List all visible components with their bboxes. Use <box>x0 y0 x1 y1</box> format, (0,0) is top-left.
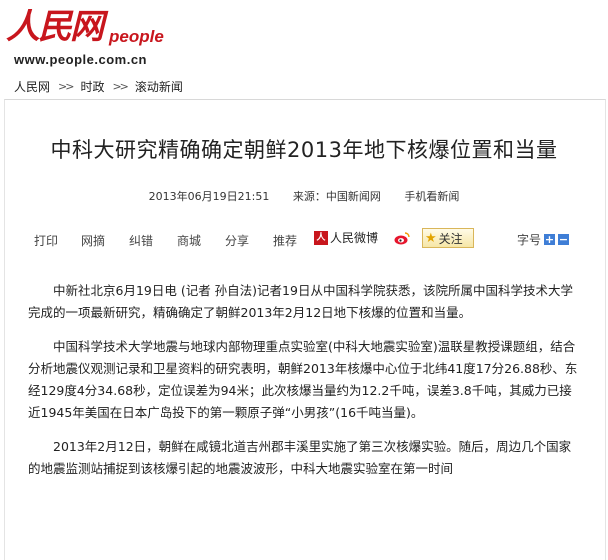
mobile-news-link[interactable]: 手机看新闻 <box>404 190 459 203</box>
article-body: 中新社北京6月19日电 (记者 孙自法)记者19日从中国科学院获悉，该院所属中国… <box>28 280 583 492</box>
breadcrumb-rolling-news[interactable]: 滚动新闻 <box>135 78 183 95</box>
breadcrumb-separator: >> <box>112 80 129 93</box>
breadcrumb-separator: >> <box>58 80 75 93</box>
people-weibo-label: 人民微博 <box>330 231 379 245</box>
article-paragraph: 2013年2月12日，朝鲜在咸镜北道吉州郡丰溪里实施了第三次核爆实验。随后，周边… <box>28 439 572 476</box>
article-source[interactable]: 来源：中国新闻网 <box>293 190 381 203</box>
print-button[interactable]: 打印 <box>34 232 58 249</box>
font-size-control: 字号 + − <box>517 231 570 248</box>
article-toolbar: 打印 网摘 纠错 商城 分享 推荐 人 人民微博 ★ 关注 字号 + − <box>24 228 584 252</box>
shop-button[interactable]: 商城 <box>177 232 201 249</box>
star-icon: ★ <box>425 230 437 246</box>
article-paragraph: 中新社北京6月19日电 (记者 孙自法)记者19日从中国科学院获悉，该院所属中国… <box>28 283 573 320</box>
font-decrease-icon[interactable]: − <box>558 234 570 245</box>
breadcrumb-politics[interactable]: 时政 <box>80 78 104 95</box>
people-logo[interactable]: 人民网 people www.people.com.cn <box>6 8 166 68</box>
logo-cn-text: 人民网 <box>6 7 104 47</box>
article-meta: 2013年06月19日21:51 来源：中国新闻网 手机看新闻 <box>0 188 608 204</box>
breadcrumb-people[interactable]: 人民网 <box>14 78 50 95</box>
web-review-button[interactable]: 网摘 <box>81 232 105 249</box>
breadcrumb: 人民网 >> 时政 >> 滚动新闻 <box>14 78 183 95</box>
follow-button[interactable]: ★ 关注 <box>422 228 474 248</box>
font-increase-icon[interactable]: + <box>544 234 556 245</box>
recommend-button[interactable]: 推荐 <box>273 232 297 249</box>
article-datetime: 2013年06月19日21:51 <box>148 190 270 203</box>
correction-button[interactable]: 纠错 <box>129 232 153 249</box>
logo-url-text: www.people.com.cn <box>14 52 147 67</box>
article-title: 中科大研究精确确定朝鲜2013年地下核爆位置和当量 <box>50 138 558 162</box>
logo-en-text: people <box>109 27 164 46</box>
font-size-label: 字号 <box>517 233 542 247</box>
share-button[interactable]: 分享 <box>225 232 249 249</box>
article-paragraph: 中国科学技术大学地震与地球内部物理重点实验室(中科大地震实验室)温联星教授课题组… <box>28 339 578 420</box>
people-weibo-button[interactable]: 人 人民微博 <box>314 229 378 246</box>
sina-weibo-icon[interactable] <box>394 231 410 245</box>
people-weibo-icon: 人 <box>314 230 328 245</box>
follow-label: 关注 <box>438 231 463 246</box>
